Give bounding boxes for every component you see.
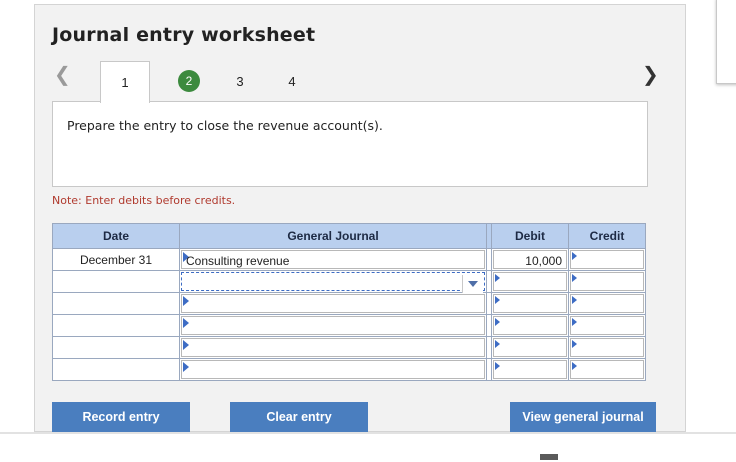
- bottom-divider: [0, 432, 736, 434]
- account-input[interactable]: [181, 294, 485, 313]
- account-value: Consulting revenue: [186, 254, 290, 268]
- tab-step-2[interactable]: 2: [174, 62, 204, 100]
- account-dropdown[interactable]: [181, 272, 485, 293]
- account-input[interactable]: [181, 338, 485, 357]
- header-credit: Credit: [568, 223, 646, 249]
- credit-cell[interactable]: [568, 314, 646, 337]
- date-cell[interactable]: [52, 358, 180, 381]
- cell-marker-icon: [572, 318, 577, 326]
- tab-step-3-label: 3: [236, 73, 244, 89]
- tab-step-1[interactable]: 1: [100, 61, 150, 103]
- debit-cell[interactable]: 10,000: [491, 248, 569, 271]
- credit-input[interactable]: [570, 360, 644, 379]
- debit-input[interactable]: 10,000: [493, 250, 567, 269]
- credit-cell[interactable]: [568, 358, 646, 381]
- cell-marker-icon: [572, 362, 577, 370]
- debit-cell[interactable]: [491, 292, 569, 315]
- cell-marker-icon: [572, 252, 577, 260]
- table-row: [52, 292, 646, 315]
- account-cell[interactable]: Consulting revenue: [179, 248, 487, 271]
- account-cell[interactable]: [179, 270, 487, 293]
- cell-marker-icon: [495, 296, 500, 304]
- tab-step-4-label: 4: [288, 73, 296, 89]
- header-general-journal: General Journal: [179, 223, 487, 249]
- table-row: [52, 336, 646, 359]
- debit-input[interactable]: [493, 272, 567, 291]
- credit-input[interactable]: [570, 250, 644, 269]
- cell-marker-icon: [572, 340, 577, 348]
- journal-table: Date General Journal Debit Credit Decemb…: [52, 223, 646, 381]
- table-row: [52, 358, 646, 381]
- tab-step-1-label: 1: [121, 75, 129, 90]
- debit-input[interactable]: [493, 360, 567, 379]
- account-cell[interactable]: [179, 358, 487, 381]
- cell-marker-icon: [183, 362, 189, 372]
- table-row: [52, 270, 646, 293]
- chevron-left-icon[interactable]: ❮: [54, 62, 71, 86]
- account-cell[interactable]: [179, 292, 487, 315]
- record-entry-button[interactable]: Record entry: [52, 402, 190, 432]
- date-cell[interactable]: December 31: [52, 248, 180, 271]
- debit-input[interactable]: [493, 338, 567, 357]
- prompt-text: Prepare the entry to close the revenue a…: [67, 118, 383, 133]
- header-date: Date: [52, 223, 180, 249]
- debit-input[interactable]: [493, 316, 567, 335]
- chevron-right-icon[interactable]: ❯: [642, 62, 659, 86]
- cell-marker-icon: [572, 296, 577, 304]
- credit-cell[interactable]: [568, 336, 646, 359]
- account-input[interactable]: Consulting revenue: [181, 250, 485, 269]
- table-row: December 31 Consulting revenue 10,000: [52, 248, 646, 271]
- credit-cell[interactable]: [568, 270, 646, 293]
- side-panel-card: [716, 0, 736, 84]
- debit-cell[interactable]: [491, 358, 569, 381]
- cell-marker-icon: [495, 340, 500, 348]
- cell-marker-icon: [495, 274, 500, 282]
- date-cell[interactable]: [52, 314, 180, 337]
- header-debit: Debit: [491, 223, 569, 249]
- debit-input[interactable]: [493, 294, 567, 313]
- date-cell[interactable]: [52, 336, 180, 359]
- credit-input[interactable]: [570, 294, 644, 313]
- worksheet-title: Journal entry worksheet: [52, 24, 316, 46]
- date-cell[interactable]: [52, 292, 180, 315]
- cell-marker-icon: [183, 340, 189, 350]
- tab-step-2-badge: 2: [178, 70, 200, 92]
- date-cell[interactable]: [52, 270, 180, 293]
- credit-cell[interactable]: [568, 292, 646, 315]
- tab-step-4[interactable]: 4: [280, 62, 304, 100]
- prompt-box: Prepare the entry to close the revenue a…: [52, 101, 648, 187]
- credit-input[interactable]: [570, 272, 644, 291]
- clear-entry-button[interactable]: Clear entry: [230, 402, 368, 432]
- account-cell[interactable]: [179, 336, 487, 359]
- cell-marker-icon: [495, 318, 500, 326]
- credit-input[interactable]: [570, 316, 644, 335]
- view-general-journal-button[interactable]: View general journal: [510, 402, 656, 432]
- tab-step-3[interactable]: 3: [228, 62, 252, 100]
- cell-marker-icon: [495, 362, 500, 370]
- toolbar-grid-icon: [540, 454, 558, 460]
- debit-value: 10,000: [525, 254, 562, 268]
- account-input[interactable]: [181, 360, 485, 379]
- account-cell[interactable]: [179, 314, 487, 337]
- cell-marker-icon: [572, 274, 577, 282]
- debit-cell[interactable]: [491, 314, 569, 337]
- note-text: Note: Enter debits before credits.: [52, 194, 236, 207]
- debit-cell[interactable]: [491, 270, 569, 293]
- table-row: [52, 314, 646, 337]
- cell-marker-icon: [183, 318, 189, 328]
- credit-cell[interactable]: [568, 248, 646, 271]
- credit-input[interactable]: [570, 338, 644, 357]
- chevron-down-icon[interactable]: [462, 275, 483, 293]
- account-input[interactable]: [181, 316, 485, 335]
- debit-cell[interactable]: [491, 336, 569, 359]
- cell-marker-icon: [183, 296, 189, 306]
- date-value: December 31: [79, 253, 153, 267]
